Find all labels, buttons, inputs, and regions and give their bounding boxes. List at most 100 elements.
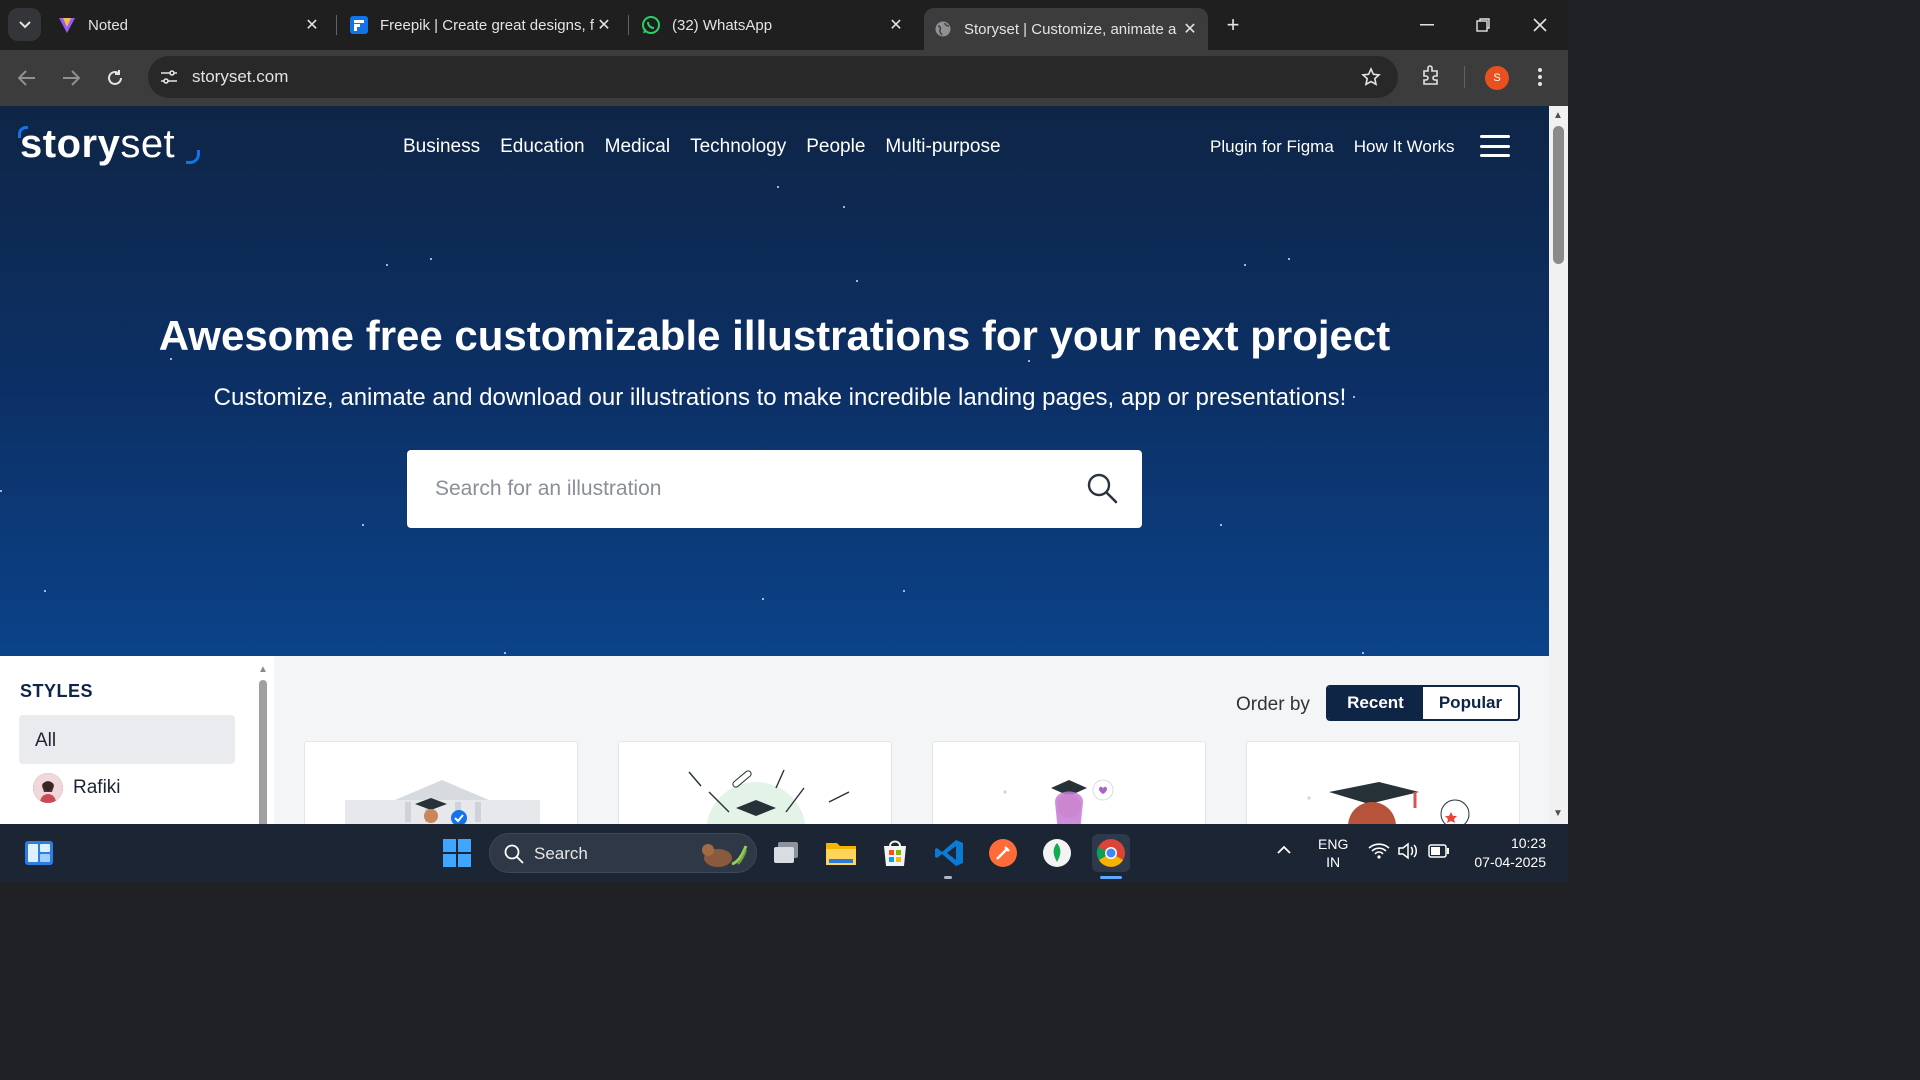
page-scrollbar[interactable]: ▲ ▼ — [1549, 106, 1568, 824]
sidebar-scroll-thumb[interactable] — [259, 680, 267, 824]
clock[interactable]: 10:23 07-04-2025 — [1466, 834, 1546, 872]
search-icon[interactable] — [1086, 472, 1120, 506]
graduation-building-illustration — [345, 780, 540, 824]
vscode-icon[interactable] — [930, 834, 968, 872]
page-scroll-thumb[interactable] — [1553, 126, 1564, 264]
back-arrow-icon[interactable] — [12, 63, 42, 93]
extensions-puzzle-icon[interactable] — [1420, 63, 1446, 89]
nav-business[interactable]: Business — [403, 136, 480, 158]
scroll-up-arrow-icon[interactable]: ▲ — [1553, 110, 1563, 121]
illustration-card[interactable] — [304, 741, 578, 824]
star-decoration — [1288, 258, 1290, 260]
style-label: Rafiki — [73, 777, 121, 798]
search-icon — [504, 844, 524, 864]
nav-technology[interactable]: Technology — [690, 136, 786, 158]
close-tab-icon[interactable]: ✕ — [594, 15, 614, 35]
hero-section: storyset Business Education Medical Tech… — [0, 106, 1549, 656]
microsoft-store-icon[interactable] — [876, 834, 914, 872]
battery-icon[interactable] — [1428, 844, 1450, 862]
star-decoration — [843, 206, 845, 208]
tab-freepik[interactable]: Freepik | Create great designs, f ✕ — [340, 8, 622, 42]
nav-education[interactable]: Education — [500, 136, 585, 158]
star-decoration — [386, 264, 388, 266]
illustration-card[interactable] — [1246, 741, 1520, 824]
active-indicator — [1100, 876, 1122, 879]
star-decoration — [1028, 360, 1030, 362]
window-close-icon[interactable] — [1525, 10, 1555, 40]
browser-menu-icon[interactable] — [1530, 62, 1550, 92]
illustration-card[interactable] — [932, 741, 1206, 824]
storyset-logo[interactable]: storyset — [20, 122, 175, 167]
nav-medical[interactable]: Medical — [605, 136, 670, 158]
file-explorer-icon[interactable] — [822, 834, 860, 872]
widgets-icon[interactable] — [20, 834, 58, 872]
chevron-down-icon — [18, 20, 31, 28]
star-decoration — [1362, 652, 1364, 654]
postman-icon[interactable] — [984, 834, 1022, 872]
tab-separator — [628, 15, 629, 35]
nav-people[interactable]: People — [806, 136, 865, 158]
taskbar-search[interactable]: Search — [489, 833, 757, 873]
volume-icon[interactable] — [1397, 842, 1419, 864]
browser-tab-strip: Noted ✕ Freepik | Create great designs, … — [0, 0, 1568, 50]
scroll-down-arrow-icon[interactable]: ▼ — [1553, 808, 1563, 819]
close-tab-icon[interactable]: ✕ — [302, 15, 322, 35]
chrome-icon[interactable] — [1092, 834, 1130, 872]
star-decoration — [430, 258, 432, 260]
language-indicator[interactable]: ENG IN — [1318, 835, 1348, 871]
forward-arrow-icon[interactable] — [56, 63, 86, 93]
order-toggle: Recent Popular — [1326, 685, 1520, 721]
nav-plugin-figma[interactable]: Plugin for Figma — [1210, 137, 1334, 157]
category-nav: Business Education Medical Technology Pe… — [403, 136, 1001, 158]
style-option-rafiki[interactable]: Rafiki — [33, 771, 121, 805]
search-input[interactable] — [435, 472, 1055, 506]
globe-icon — [932, 18, 954, 40]
url-text[interactable]: storyset.com — [192, 67, 288, 87]
restore-icon[interactable] — [1468, 10, 1498, 40]
tab-storyset[interactable]: Storyset | Customize, animate a ✕ — [924, 8, 1208, 50]
show-hidden-icons-chevron-icon[interactable] — [1276, 842, 1292, 859]
star-decoration — [903, 590, 905, 592]
tab-search-button[interactable] — [8, 8, 41, 41]
running-indicator — [944, 876, 952, 879]
tab-whatsapp[interactable]: (32) WhatsApp ✕ — [632, 8, 914, 42]
nav-how-it-works[interactable]: How It Works — [1354, 137, 1455, 157]
task-view-icon[interactable] — [768, 834, 806, 872]
logo-text-bold: story — [20, 122, 121, 166]
taskbar-search-label: Search — [534, 844, 588, 863]
profile-avatar[interactable]: S — [1485, 66, 1509, 90]
nav-multi-purpose[interactable]: Multi-purpose — [885, 136, 1000, 158]
hamburger-menu-icon[interactable] — [1480, 135, 1510, 157]
logo-text-light: set — [120, 122, 176, 166]
illustration-card[interactable] — [618, 741, 892, 824]
style-label: All — [35, 730, 57, 751]
clock-date: 07-04-2025 — [1474, 854, 1546, 870]
order-recent-button[interactable]: Recent — [1328, 687, 1423, 719]
windows-start-icon[interactable] — [438, 834, 476, 872]
secondary-nav: Plugin for Figma How It Works — [1210, 137, 1455, 157]
order-by-label: Order by — [1236, 694, 1310, 715]
site-settings-icon[interactable] — [158, 66, 180, 88]
graduate-heart-illustration — [1003, 779, 1114, 824]
star-decoration — [504, 652, 506, 654]
address-bar[interactable]: storyset.com — [148, 56, 1398, 98]
close-tab-icon[interactable]: ✕ — [1180, 19, 1200, 39]
hero-title: Awesome free customizable illustrations … — [158, 312, 1391, 359]
close-tab-icon[interactable]: ✕ — [886, 15, 906, 35]
tab-separator — [336, 15, 337, 35]
mongodb-icon[interactable] — [1038, 834, 1076, 872]
reload-icon[interactable] — [100, 63, 130, 93]
new-tab-plus-icon[interactable]: + — [1220, 12, 1246, 38]
style-option-all[interactable]: All — [19, 715, 235, 764]
star-decoration — [362, 524, 364, 526]
wifi-icon[interactable] — [1368, 842, 1390, 864]
bookmark-star-icon[interactable] — [1360, 66, 1382, 88]
star-decoration — [44, 590, 46, 592]
sidebar-scrollbar[interactable]: ▲ — [258, 664, 268, 824]
hero-subtitle: Customize, animate and download our illu… — [213, 384, 1347, 411]
order-popular-button[interactable]: Popular — [1423, 687, 1518, 719]
tab-title: Storyset | Customize, animate a — [964, 20, 1177, 38]
minimize-icon[interactable] — [1412, 10, 1442, 40]
tab-noted[interactable]: Noted ✕ — [48, 8, 330, 42]
scroll-up-arrow-icon[interactable]: ▲ — [258, 664, 268, 675]
